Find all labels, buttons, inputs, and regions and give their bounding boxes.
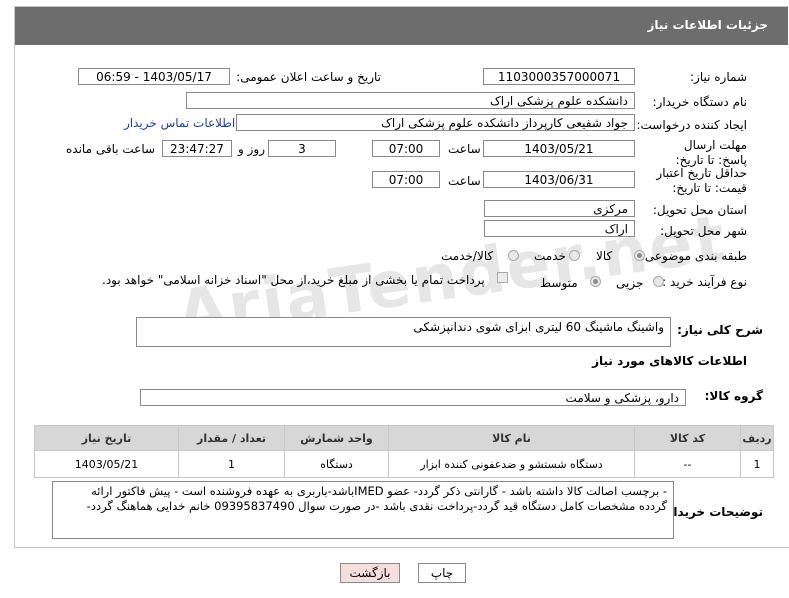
category-option-service: خدمت (534, 249, 566, 263)
cell-unit: دستگاه (284, 450, 389, 478)
deadline-date-field[interactable]: 1403/05/21 (483, 140, 635, 157)
province-field[interactable]: مرکزی (484, 200, 635, 217)
cell-qty: 1 (178, 450, 285, 478)
need-number-field[interactable]: 1103000357000071 (483, 68, 635, 85)
general-desc-label: شرح کلی نیاز: (677, 323, 763, 337)
process-radio-minor[interactable] (653, 276, 664, 287)
validity-date-field[interactable]: 1403/06/31 (483, 171, 635, 188)
buyer-field[interactable]: دانشکده علوم پزشکی اراک (186, 92, 635, 109)
items-table: ردیف کد کالا نام کالا واحد شمارش تعداد /… (34, 425, 774, 478)
goods-section-title: اطلاعات کالاهای مورد نیاز (592, 354, 747, 368)
back-button[interactable]: بازگشت (340, 563, 400, 583)
deadline-time-label: ساعت (448, 142, 481, 156)
days-field[interactable]: 3 (268, 140, 336, 157)
header-bar: جزئیات اطلاعات نیاز (15, 7, 788, 45)
cell-code: -- (634, 450, 741, 478)
buyer-notes-line1: - برچسب اصالت کالا داشته باشد - گارانتی … (91, 484, 667, 498)
category-label: طبقه بندی موضوعی: (640, 249, 747, 263)
days-label: روز و (238, 142, 265, 156)
process-option-minor: جزیی (616, 276, 644, 290)
goods-group-label: گروه کالا: (704, 389, 763, 403)
col-qty: تعداد / مقدار (178, 425, 285, 451)
validity-time-label: ساعت (448, 174, 481, 188)
general-desc-field[interactable]: واشینگ ماشینگ 60 لیتری ابزای شوی دندانپز… (136, 317, 671, 347)
cell-date: 1403/05/21 (34, 450, 179, 478)
city-field[interactable]: اراک (484, 220, 635, 237)
category-radio-service[interactable] (569, 250, 580, 261)
col-name: نام کالا (388, 425, 635, 451)
payment-checkbox[interactable] (497, 272, 508, 283)
process-option-medium: متوسط (540, 276, 578, 290)
buyer-notes-label: توضیحات خریدار: (661, 505, 763, 519)
buyer-notes-field[interactable]: - برچسب اصالت کالا داشته باشد - گارانتی … (52, 481, 674, 539)
goods-group-field[interactable]: دارو، پزشکی و سلامت (140, 389, 686, 406)
announce-label: تاریخ و ساعت اعلان عمومی: (236, 70, 381, 84)
process-label: نوع فرآیند خرید : (662, 275, 747, 289)
payment-note: پرداخت تمام یا بخشی از مبلغ خرید،از محل … (102, 273, 485, 287)
category-radio-goods[interactable] (634, 250, 645, 261)
creator-field[interactable]: جواد شفیعی کارپرداز دانشکده علوم پزشکی ا… (236, 114, 635, 131)
category-radio-goods-service[interactable] (508, 250, 519, 261)
col-code: کد کالا (634, 425, 741, 451)
cell-name: دستگاه شستشو و ضدعفونی کننده ابزار (388, 450, 635, 478)
cell-row: 1 (740, 450, 774, 478)
category-option-goods-service: کالا/خدمت (441, 249, 494, 263)
deadline-label: مهلت ارسال پاسخ: تا تاریخ: (675, 138, 747, 167)
print-button[interactable]: چاپ (418, 563, 466, 583)
general-desc-text: واشینگ ماشینگ 60 لیتری ابزای شوی دندانپز… (413, 320, 664, 334)
buyer-label: نام دستگاه خریدار: (652, 95, 748, 109)
table-row[interactable]: 1 -- دستگاه شستشو و ضدعفونی کننده ابزار … (34, 450, 774, 478)
province-label: استان محل تحویل: (652, 203, 747, 217)
buyer-notes-line2: گردده مشخصات کامل دستگاه قید گردد-پرداخت… (86, 499, 667, 513)
page-title: جزئیات اطلاعات نیاز (647, 18, 768, 32)
city-label: شهر محل تحویل: (660, 224, 747, 238)
col-date: تاریخ نیاز (34, 425, 179, 451)
validity-time-field[interactable]: 07:00 (372, 171, 440, 188)
deadline-time-field[interactable]: 07:00 (372, 140, 440, 157)
need-number-label: شماره نیاز: (690, 70, 747, 84)
col-unit: واحد شمارش (284, 425, 389, 451)
validity-label: حداقل تاریخ اعتبار قیمت: تا تاریخ: (656, 166, 747, 195)
category-option-goods: کالا (596, 249, 613, 263)
remaining-time-field[interactable]: 23:47:27 (162, 140, 232, 157)
announce-field[interactable]: 1403/05/17 - 06:59 (78, 68, 230, 85)
table-header-row: ردیف کد کالا نام کالا واحد شمارش تعداد /… (34, 425, 774, 451)
remaining-label: ساعت باقی مانده (66, 142, 156, 156)
col-row: ردیف (740, 425, 774, 451)
process-radio-medium[interactable] (590, 276, 601, 287)
creator-label: ایجاد کننده درخواست: (636, 118, 747, 132)
contact-link[interactable]: اطلاعات تماس خریدار (124, 116, 235, 130)
